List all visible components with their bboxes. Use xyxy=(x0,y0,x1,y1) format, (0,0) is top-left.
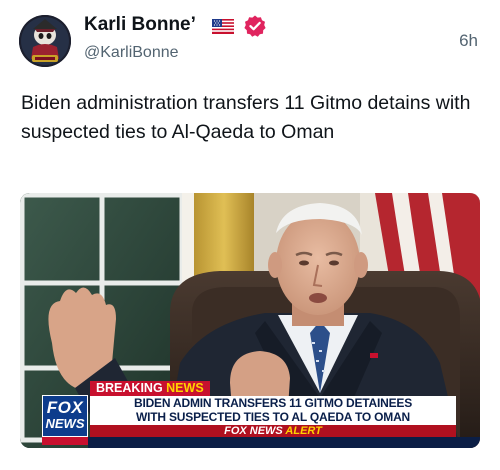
alert-text: ALERT xyxy=(285,425,322,437)
handle[interactable]: @KarliBonne xyxy=(84,44,179,62)
chyron-line-1: BIDEN ADMIN TRANSFERS 11 GITMO DETAINEES xyxy=(133,396,413,410)
news-ticker-bar xyxy=(88,437,480,448)
chyron-line-2: WITH SUSPECTED TIES TO AL QAEDA TO OMAN xyxy=(136,409,410,424)
media-image[interactable]: BREAKING NEWS BIDEN ADMIN TRANSFERS 11 G… xyxy=(20,193,480,448)
alert-brand-text: FOX NEWS xyxy=(224,425,283,437)
post-text: Biden administration transfers 11 Gitmo … xyxy=(21,92,471,143)
logo-strip xyxy=(42,437,88,445)
display-name[interactable]: Karli Bonne’ xyxy=(84,14,196,36)
fox-news-logo-icon: FOX NEWS xyxy=(42,395,88,437)
breaking-news-text: NEWS xyxy=(166,381,204,395)
fox-news-alert-bar: FOX NEWS ALERT xyxy=(90,425,456,437)
avatar[interactable] xyxy=(19,15,71,67)
avatar-image xyxy=(19,15,71,67)
logo-line-2: NEWS xyxy=(45,416,85,431)
breaking-text: BREAKING xyxy=(96,381,163,395)
timestamp[interactable]: 6h xyxy=(459,31,478,51)
post-card[interactable]: Karli Bonne’ @KarliBonne 6h Biden admini… xyxy=(0,0,500,470)
verified-badge-icon xyxy=(244,15,266,37)
chyron-headline: BIDEN ADMIN TRANSFERS 11 GITMO DETAINEES… xyxy=(90,396,456,425)
us-flag-icon xyxy=(212,19,234,34)
logo-line-1: FOX xyxy=(46,398,84,417)
breaking-news-label: BREAKING NEWS xyxy=(90,381,210,396)
